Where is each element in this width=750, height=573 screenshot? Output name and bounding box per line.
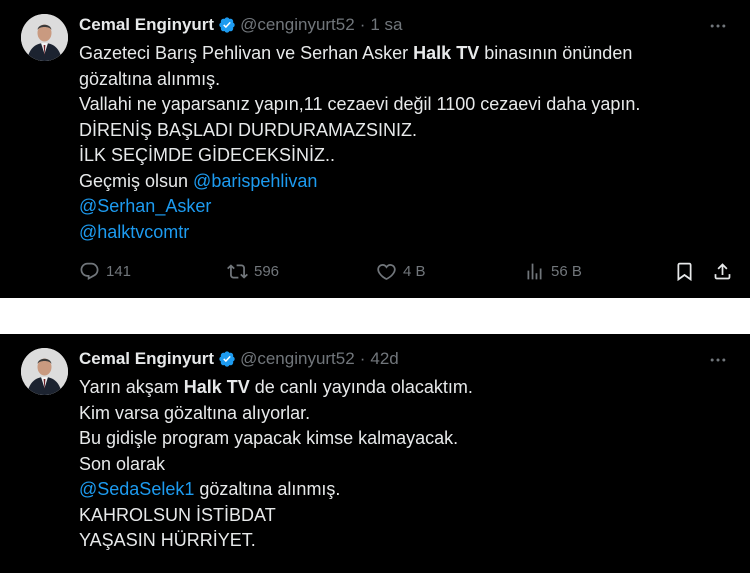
bookmark-icon xyxy=(677,262,692,281)
avatar[interactable] xyxy=(21,14,68,61)
more-dots-icon[interactable] xyxy=(706,14,730,38)
tweet-text: Yarın akşam Halk TV de canlı yayında ola… xyxy=(79,375,729,554)
reply-count: 141 xyxy=(106,262,132,280)
author-name[interactable]: Cemal Enginyurt xyxy=(79,14,214,36)
mention-link[interactable]: @barispehlivan xyxy=(193,171,317,191)
views-icon xyxy=(527,263,542,279)
text-line: Geçmiş olsun @barispehlivan xyxy=(79,169,729,195)
text-line: gözaltına alınmış. xyxy=(79,68,221,89)
text-line: KAHROLSUN İSTİBDAT xyxy=(79,504,276,525)
text-segment: Yarın akşam xyxy=(79,377,184,397)
mention-link[interactable]: @Serhan_Asker xyxy=(79,194,729,220)
like-count: 4 B xyxy=(403,262,426,280)
share-button[interactable] xyxy=(712,259,733,283)
text-segment: binasının önünden xyxy=(479,43,633,63)
tweet-1[interactable]: Cemal Enginyurt @cenginyurt52 · 1 sa Gaz… xyxy=(0,0,750,298)
repost-icon xyxy=(227,263,248,279)
text-segment: Geçmiş olsun xyxy=(79,170,194,191)
author-name[interactable]: Cemal Enginyurt xyxy=(79,348,214,370)
tweet-header: Cemal Enginyurt @cenginyurt52 · 42d xyxy=(79,348,399,370)
views-button[interactable]: 56 B xyxy=(524,259,582,283)
text-line: Kim varsa gözaltına alıyorlar. xyxy=(79,402,311,423)
mention-link[interactable]: @halktvcomtr xyxy=(79,220,729,246)
text-line: İLK SEÇİMDE GİDECEKSİNİZ.. xyxy=(79,145,336,165)
view-count: 56 B xyxy=(551,262,582,280)
like-button[interactable]: 4 B xyxy=(376,259,426,283)
author-handle[interactable]: @cenginyurt52 xyxy=(240,14,355,36)
action-bar: 141 596 4 B 56 B xyxy=(79,259,739,283)
repost-count: 596 xyxy=(254,262,280,280)
text-line: Bu gidişle program yapacak kimse kalmaya… xyxy=(79,428,459,448)
text-line: Gazeteci Barış Pehlivan ve Serhan Asker … xyxy=(79,41,729,67)
tweet-header: Cemal Enginyurt @cenginyurt52 · 1 sa xyxy=(79,14,403,36)
verified-badge-icon xyxy=(218,350,236,368)
tweet-text: Gazeteci Barış Pehlivan ve Serhan Asker … xyxy=(79,41,729,245)
text-line: @SedaSelek1 gözaltına alınmış. xyxy=(79,477,729,503)
text-line: Vallahi ne yaparsanız yapın,11 cezaevi d… xyxy=(79,94,641,114)
separator: · xyxy=(359,15,366,34)
bold-text: Halk TV xyxy=(413,43,480,63)
text-line: Yarın akşam Halk TV de canlı yayında ola… xyxy=(79,375,729,401)
share-icon xyxy=(714,262,731,279)
repost-button[interactable]: 596 xyxy=(227,259,279,283)
bold-text: Halk TV xyxy=(183,377,250,397)
text-line: Son olarak xyxy=(79,453,166,474)
author-handle[interactable]: @cenginyurt52 xyxy=(240,348,355,370)
reply-icon xyxy=(80,262,99,280)
separator-band xyxy=(0,298,750,334)
text-line: DİRENİŞ BAŞLADI DURDURAMAZSINIZ. xyxy=(79,119,418,140)
reply-button[interactable]: 141 xyxy=(79,259,131,283)
timestamp[interactable]: 42d xyxy=(370,348,398,370)
tweet-2[interactable]: Cemal Enginyurt @cenginyurt52 · 42d Yarı… xyxy=(0,334,750,573)
mention-link[interactable]: @SedaSelek1 xyxy=(79,479,194,499)
heart-icon xyxy=(377,263,396,280)
text-segment: Gazeteci Barış Pehlivan ve Serhan Asker xyxy=(79,43,414,63)
bookmark-button[interactable] xyxy=(674,259,695,283)
text-segment: de canlı yayında olacaktım. xyxy=(249,377,473,397)
avatar[interactable] xyxy=(21,348,68,395)
text-line: YAŞASIN HÜRRİYET. xyxy=(79,530,256,550)
verified-badge-icon xyxy=(218,16,236,34)
separator: · xyxy=(359,349,366,368)
text-segment: gözaltına alınmış. xyxy=(194,479,341,499)
timestamp[interactable]: 1 sa xyxy=(370,14,402,36)
more-dots-icon[interactable] xyxy=(706,348,730,372)
